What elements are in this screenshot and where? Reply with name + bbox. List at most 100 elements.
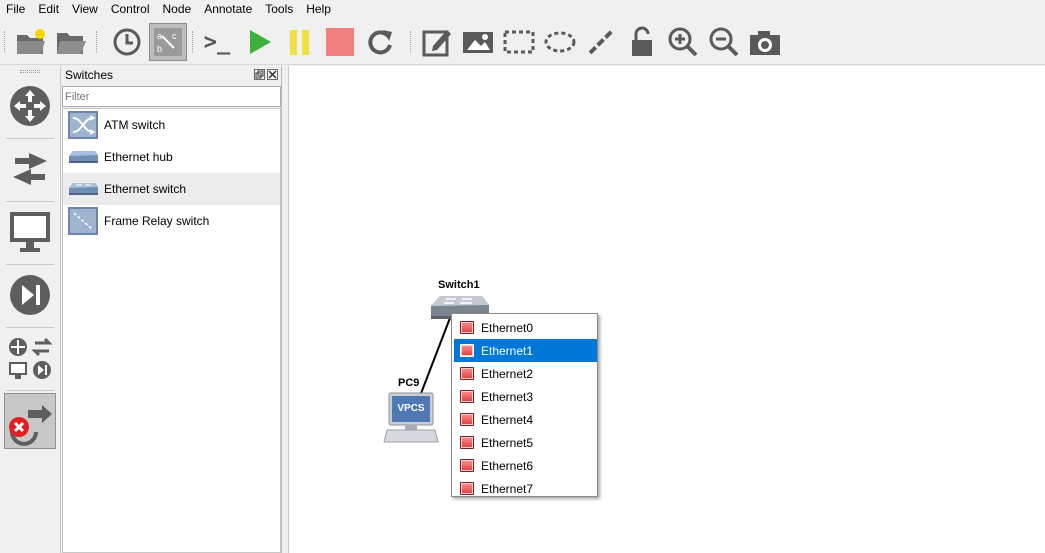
console-all-button[interactable]: >_ [198,23,236,61]
menu-view[interactable]: View [66,0,105,18]
menu-item-label: Ethernet6 [481,458,534,473]
toolbar-grip [20,70,40,73]
zoom-in-icon [668,27,698,57]
menu-item-label: Ethernet1 [481,343,534,358]
new-project-button[interactable] [12,23,50,61]
toolbar-grip [4,31,6,53]
toolbar-separator [410,31,412,53]
menu-item-ethernet2[interactable]: Ethernet2 [454,362,597,385]
screenshot-button[interactable] [746,23,784,61]
browse-security-devices-button[interactable] [4,267,56,323]
dock-close-button[interactable] [267,69,278,80]
atm-switch-icon [67,111,99,139]
vpcs-computer-icon [383,392,439,443]
browse-end-devices-button[interactable] [4,204,56,260]
show-interface-labels-button[interactable]: acb [149,23,187,61]
add-note-button[interactable] [418,23,456,61]
device-type-toolbar [0,66,61,553]
pc-node-label[interactable]: PC9 [398,377,419,389]
menu-item-ethernet6[interactable]: Ethernet6 [454,454,597,477]
browse-switches-button[interactable] [4,141,56,197]
list-item-atm-switch[interactable]: ATM switch [63,109,280,141]
stop-all-button[interactable] [321,23,359,61]
menu-node[interactable]: Node [157,0,199,18]
menu-item-label: Ethernet2 [481,366,534,381]
menu-tools[interactable]: Tools [259,0,300,18]
device-list: ATM switch Ethernet hub Ethernet switch … [62,108,281,553]
ethernet-port-icon [460,482,474,495]
browse-routers-button[interactable] [4,78,56,134]
snapshot-button[interactable] [108,23,146,61]
list-item-label: ATM switch [104,118,166,132]
browse-all-devices-button[interactable] [4,330,56,386]
all-devices-icon [9,337,53,379]
ethernet-port-icon [460,321,474,334]
note-edit-icon [422,30,451,57]
list-item-ethernet-switch[interactable]: Ethernet switch [63,173,280,205]
menu-control[interactable]: Control [105,0,157,18]
start-all-button[interactable] [240,23,278,61]
menu-edit[interactable]: Edit [32,0,66,18]
dock-float-button[interactable] [254,69,265,80]
ethernet-port-icon [460,344,474,357]
reload-all-button[interactable] [361,23,399,61]
suspend-all-button[interactable] [280,23,318,61]
menu-item-ethernet3[interactable]: Ethernet3 [454,385,597,408]
ellipse-icon [544,31,576,53]
ethernet-switch-icon [67,175,99,203]
menu-item-ethernet4[interactable]: Ethernet4 [454,408,597,431]
draw-rectangle-button[interactable] [500,23,538,61]
folder-new-icon [17,29,45,54]
ethernet-port-icon [460,367,474,380]
menu-item-ethernet5[interactable]: Ethernet5 [454,431,597,454]
toolbar-separator [192,31,194,53]
main-toolbar: acb >_ [0,19,1045,65]
draw-line-button[interactable] [582,23,620,61]
switch-arrows-icon [13,153,47,185]
folder-open-icon [57,33,86,54]
list-item-frame-relay-switch[interactable]: Frame Relay switch [63,205,280,237]
svg-text:b: b [157,44,162,54]
zoom-in-button[interactable] [664,23,702,61]
unlock-icon [632,26,652,56]
menu-item-ethernet0[interactable]: Ethernet0 [454,316,597,339]
menu-item-label: Ethernet5 [481,435,534,450]
play-next-icon [10,275,50,315]
float-icon [255,70,264,79]
filter-input[interactable] [62,86,281,107]
ethernet-port-icon [460,459,474,472]
menu-item-label: Ethernet4 [481,412,534,427]
menu-item-ethernet1[interactable]: Ethernet1 [454,339,597,362]
close-icon [268,70,277,79]
ethernet-port-icon [460,436,474,449]
interface-context-menu: Ethernet0 Ethernet1 Ethernet2 Ethernet3 … [451,313,598,497]
list-item-ethernet-hub[interactable]: Ethernet hub [63,141,280,173]
menu-file[interactable]: File [0,0,32,18]
insert-picture-button[interactable] [459,23,497,61]
menu-annotate[interactable]: Annotate [198,0,259,18]
divider [6,264,54,265]
stop-icon [326,28,354,56]
list-item-label: Ethernet switch [104,182,187,196]
menu-item-ethernet7[interactable]: Ethernet7 [454,477,597,500]
zoom-out-icon [709,27,739,57]
list-item-label: Frame Relay switch [104,214,210,228]
zoom-out-button[interactable] [705,23,743,61]
toolbar-separator [96,31,98,53]
menu-help[interactable]: Help [300,0,338,18]
interface-labels-icon: a cb [154,28,182,56]
open-project-button[interactable] [52,23,90,61]
topology-canvas[interactable] [288,66,1045,553]
frame-relay-switch-icon [67,207,99,235]
menu-item-label: Ethernet7 [481,481,534,496]
play-icon [250,30,271,54]
add-link-button[interactable] [4,393,56,449]
switch-node-label[interactable]: Switch1 [438,279,480,291]
svg-text:a: a [157,31,162,41]
monitor-icon [10,212,50,252]
router-icon [10,86,50,126]
menu-item-label: Ethernet3 [481,389,534,404]
lock-unlock-button[interactable] [623,23,661,61]
pc-node[interactable]: VPCS [383,392,439,444]
draw-ellipse-button[interactable] [541,23,579,61]
